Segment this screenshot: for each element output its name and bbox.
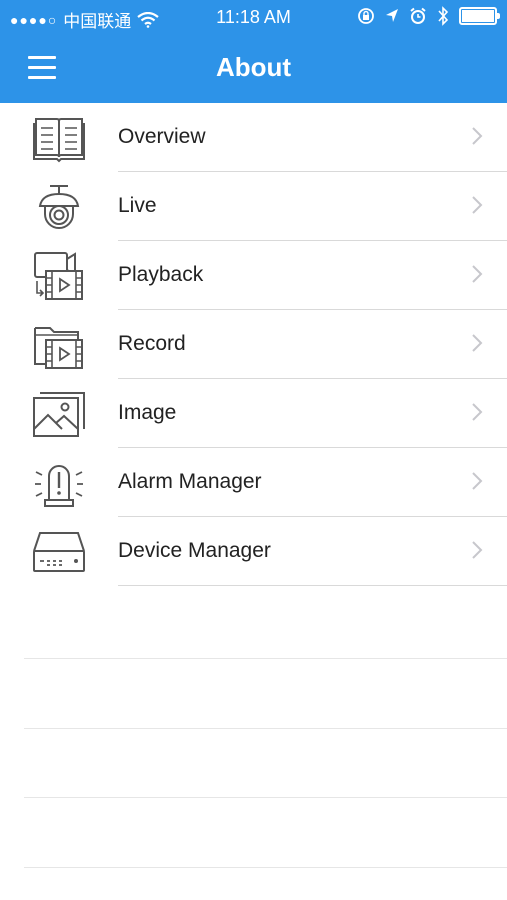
menu-item-label: Live: [118, 194, 157, 217]
row-divider: [118, 585, 507, 586]
alarm-icon: [410, 7, 426, 24]
chevron-right-icon: [472, 541, 483, 559]
chevron-right-icon: [472, 265, 483, 283]
chevron-right-icon: [472, 334, 483, 352]
menu-item-record[interactable]: Record: [0, 310, 507, 379]
empty-row-divider: [24, 728, 507, 729]
menu-item-label: Alarm Manager: [118, 470, 262, 493]
record-folder-icon: [34, 327, 83, 369]
status-bar: ●●●●○ 中国联通 11:18 AM: [0, 0, 507, 36]
book-icon: [33, 118, 85, 163]
page-title: About: [215, 52, 292, 82]
nvr-device-icon: [33, 532, 85, 572]
nav-bar: About: [0, 36, 507, 103]
menu-item-image[interactable]: Image: [0, 379, 507, 448]
image-icon: [33, 392, 85, 437]
menu-item-device-manager[interactable]: Device Manager: [0, 517, 507, 586]
menu-item-playback[interactable]: Playback: [0, 241, 507, 310]
empty-row-divider: [24, 658, 507, 659]
camera-icon: [38, 185, 80, 229]
chevron-right-icon: [472, 127, 483, 145]
battery-icon: [459, 7, 500, 25]
playback-icon: [34, 252, 83, 300]
menu-item-label: Device Manager: [118, 539, 271, 562]
menu-item-label: Record: [118, 332, 186, 355]
empty-row-divider: [24, 867, 507, 868]
menu-item-overview[interactable]: Overview: [0, 103, 507, 172]
top-bar: ●●●●○ 中国联通 11:18 AM About: [0, 0, 507, 103]
menu-item-alarm-manager[interactable]: Alarm Manager: [0, 448, 507, 517]
chevron-right-icon: [472, 196, 483, 214]
menu-item-label: Overview: [118, 125, 206, 148]
about-menu-list: Overview Live Playback Record Image Alar…: [0, 103, 507, 586]
location-icon: [386, 9, 398, 22]
rotation-lock-icon: [358, 8, 374, 24]
menu-item-label: Image: [118, 401, 177, 424]
menu-item-live[interactable]: Live: [0, 172, 507, 241]
alarm-light-icon: [35, 465, 83, 507]
chevron-right-icon: [472, 403, 483, 421]
chevron-right-icon: [472, 472, 483, 490]
empty-row-divider: [24, 797, 507, 798]
bluetooth-icon: [438, 6, 449, 26]
menu-item-label: Playback: [118, 263, 204, 286]
